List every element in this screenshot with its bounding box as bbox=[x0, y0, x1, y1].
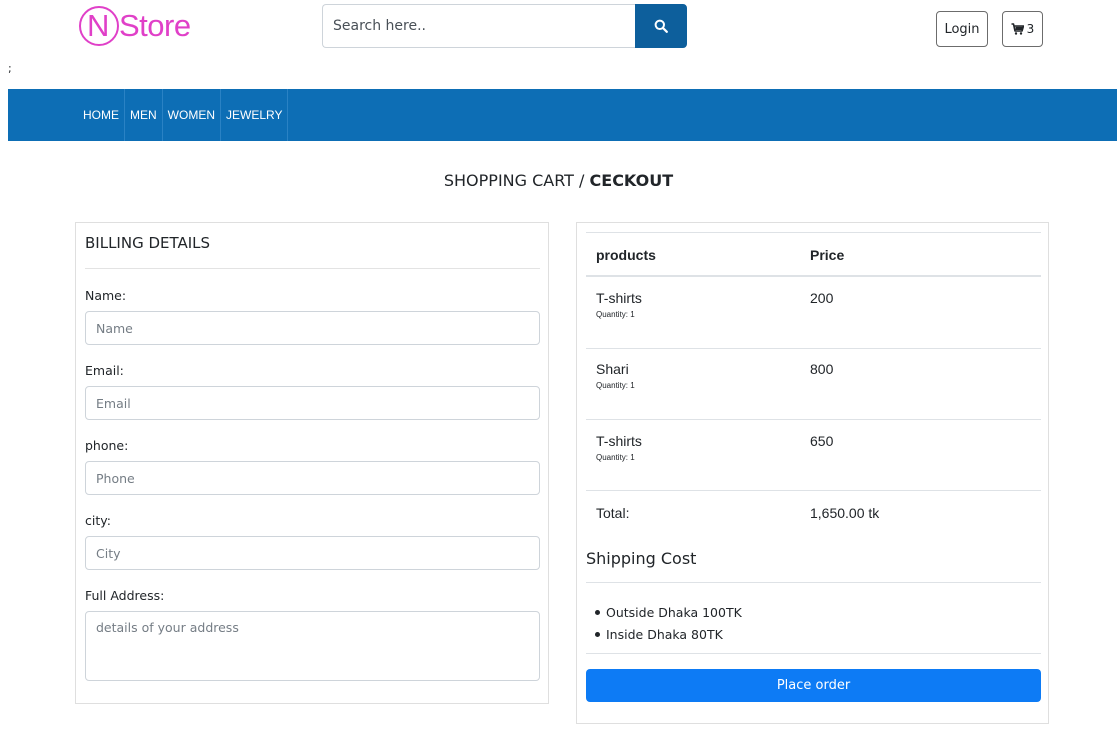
name-input[interactable] bbox=[85, 311, 540, 345]
row-divider bbox=[586, 419, 1041, 420]
search-bar bbox=[322, 4, 687, 48]
logo-text: Store bbox=[119, 8, 191, 43]
row-divider bbox=[586, 348, 1041, 349]
address-label: Full Address: bbox=[85, 588, 165, 603]
nav-item-home[interactable]: HOME bbox=[83, 89, 125, 141]
total-value: 1,650.00 tk bbox=[810, 505, 880, 521]
phone-input[interactable] bbox=[85, 461, 540, 495]
product-name: Shari bbox=[596, 361, 629, 377]
shipping-option: Inside Dhaka 80TK bbox=[595, 623, 742, 645]
product-price: 800 bbox=[810, 361, 834, 377]
nav-item-men[interactable]: MEN bbox=[125, 89, 163, 141]
shipping-title: Shipping Cost bbox=[586, 549, 697, 568]
order-summary-card: products Price T-shirts Quantity: 1 200 … bbox=[576, 222, 1049, 724]
search-button[interactable] bbox=[635, 4, 687, 48]
product-quantity: Quantity: 1 bbox=[596, 310, 635, 319]
logo-letter: N bbox=[87, 8, 110, 43]
page-title: SHOPPING CART / CECKOUT bbox=[0, 171, 1117, 190]
price-header: Price bbox=[810, 247, 845, 263]
product-name: T-shirts bbox=[596, 433, 642, 449]
search-input[interactable] bbox=[322, 4, 635, 48]
nav-item-women[interactable]: WOMEN bbox=[163, 89, 221, 141]
nav-item-jewelry[interactable]: JEWELRY bbox=[221, 89, 289, 141]
address-textarea[interactable] bbox=[85, 611, 540, 681]
billing-title: BILLING DETAILS bbox=[85, 234, 211, 252]
cart-icon bbox=[1011, 23, 1024, 35]
search-icon bbox=[654, 19, 668, 33]
shipping-divider bbox=[586, 582, 1041, 583]
button-divider bbox=[586, 653, 1041, 654]
product-quantity: Quantity: 1 bbox=[596, 453, 635, 462]
products-header: products bbox=[596, 247, 656, 263]
email-input[interactable] bbox=[85, 386, 540, 420]
phone-label: phone: bbox=[85, 438, 129, 453]
product-price: 200 bbox=[810, 290, 834, 306]
billing-card: BILLING DETAILS Name: Email: phone: city… bbox=[75, 222, 549, 704]
cart-count: 3 bbox=[1026, 22, 1035, 36]
billing-divider bbox=[85, 268, 540, 269]
shipping-option-text: Outside Dhaka 100TK bbox=[606, 604, 742, 620]
bullet-icon bbox=[595, 631, 600, 637]
total-label: Total: bbox=[596, 505, 630, 521]
shipping-option-text: Inside Dhaka 80TK bbox=[606, 626, 723, 642]
page-title-current: CECKOUT bbox=[589, 171, 674, 190]
row-divider bbox=[586, 490, 1041, 491]
place-order-button[interactable]: Place order bbox=[586, 669, 1041, 702]
city-label: city: bbox=[85, 513, 111, 528]
shipping-options: Outside Dhaka 100TK Inside Dhaka 80TK bbox=[595, 601, 742, 645]
email-label: Email: bbox=[85, 363, 124, 378]
cart-button[interactable]: 3 bbox=[1002, 11, 1043, 47]
page-title-prefix: SHOPPING CART / bbox=[443, 171, 590, 190]
table-top-border bbox=[586, 232, 1041, 233]
stray-text: ; bbox=[8, 62, 12, 75]
product-quantity: Quantity: 1 bbox=[596, 381, 635, 390]
login-button[interactable]: Login bbox=[936, 11, 988, 47]
table-header-border bbox=[586, 275, 1041, 277]
store-logo[interactable]: N Store bbox=[79, 6, 209, 50]
city-input[interactable] bbox=[85, 536, 540, 570]
product-name: T-shirts bbox=[596, 290, 642, 306]
main-navbar: HOME MEN WOMEN JEWELRY bbox=[8, 89, 1117, 141]
shipping-option: Outside Dhaka 100TK bbox=[595, 601, 742, 623]
bullet-icon bbox=[595, 609, 600, 615]
product-price: 650 bbox=[810, 433, 834, 449]
nav-list: HOME MEN WOMEN JEWELRY bbox=[83, 89, 289, 141]
name-label: Name: bbox=[85, 288, 127, 303]
